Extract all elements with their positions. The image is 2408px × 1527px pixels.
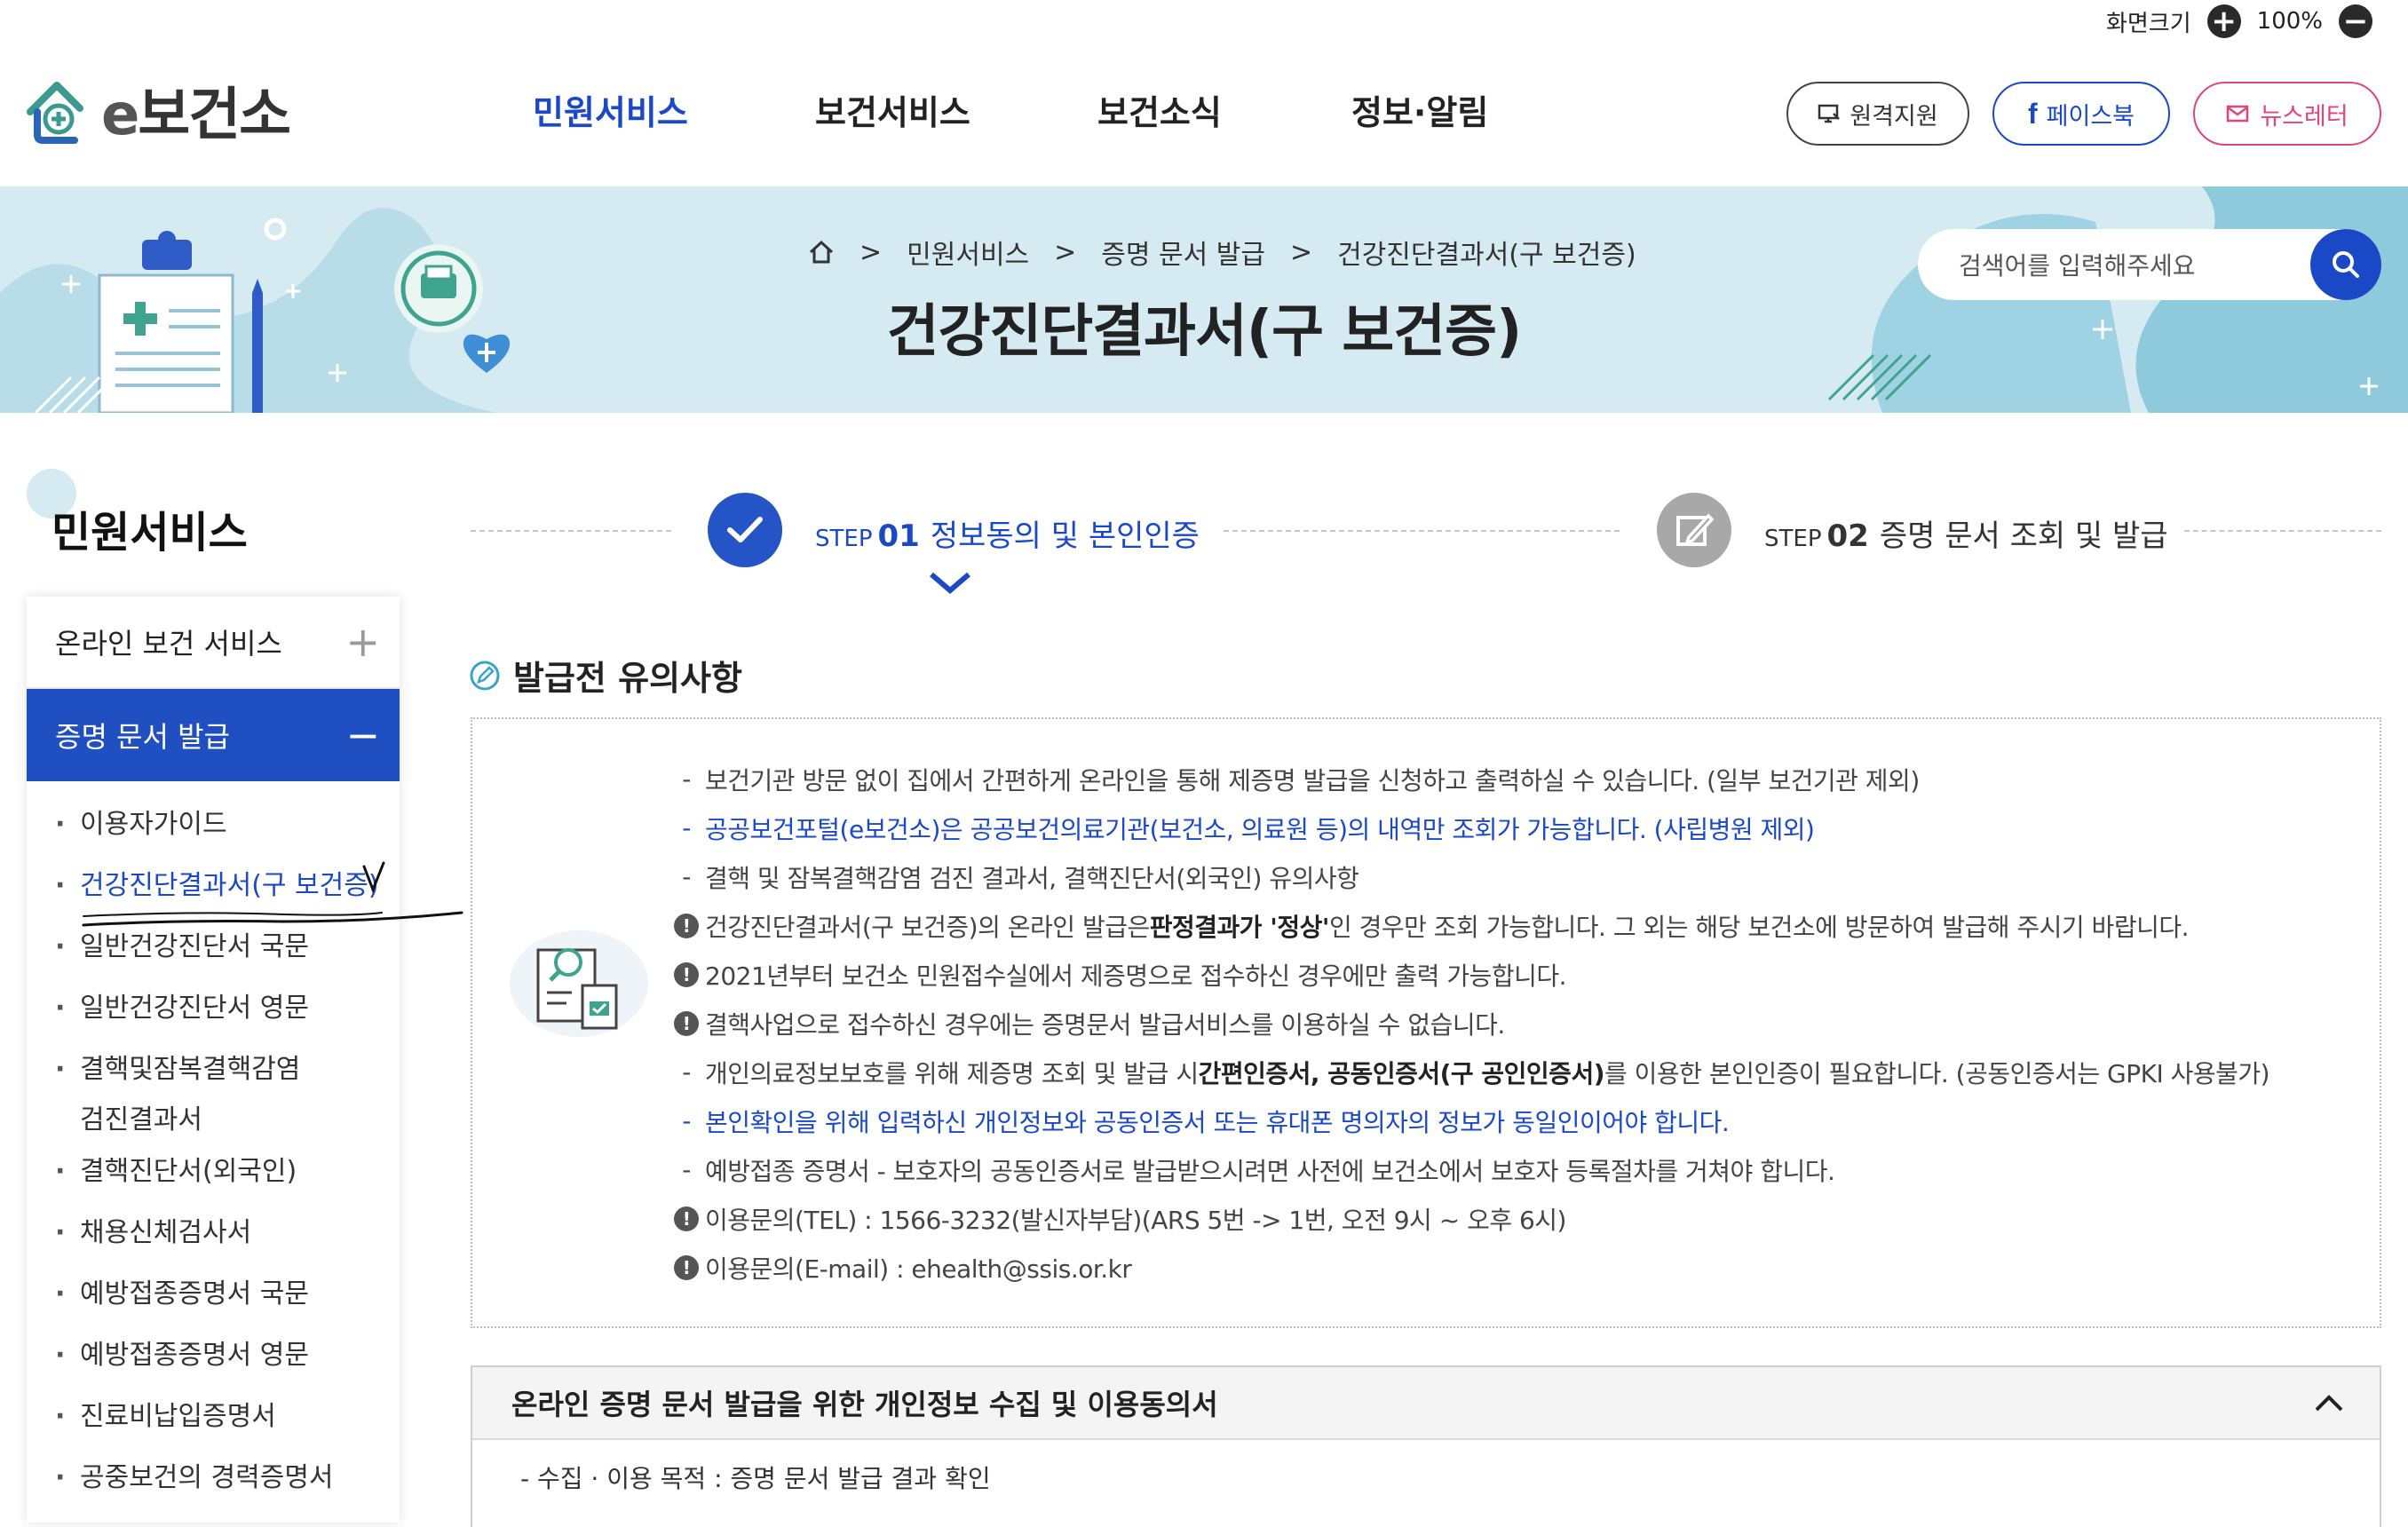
breadcrumb-item-certificate[interactable]: 증명 문서 발급	[1101, 233, 1265, 272]
step-2-label: STEP 02 증명 문서 조회 및 발급	[1764, 518, 2168, 554]
zoom-out-button[interactable]: −	[2339, 4, 2372, 38]
exclamation-icon: !	[674, 913, 699, 938]
logo-text: e보건소	[101, 83, 291, 148]
breadcrumb-item-civil[interactable]: 민원서비스	[907, 233, 1029, 272]
exclamation-icon: !	[674, 961, 699, 987]
pencil-circle-icon	[470, 661, 500, 690]
minus-icon: −	[345, 711, 380, 759]
gnb-item-health[interactable]: 보건서비스	[815, 85, 970, 134]
gnb-item-info[interactable]: 정보·알림	[1351, 85, 1488, 134]
document-search-icon	[510, 930, 648, 1037]
search-icon	[2333, 251, 2359, 278]
consent-title: 온라인 증명 문서 발급을 위한 개인정보 수집 및 이용동의서	[511, 1388, 1218, 1421]
chevron-right-icon: >	[1054, 236, 1077, 268]
consent-accordion: 온라인 증명 문서 발급을 위한 개인정보 수집 및 이용동의서 - 수집 · …	[471, 1365, 2381, 1527]
notice-item: - 보건기관 방문 없이 집에서 간편하게 온라인을 통해 제증명 발급을 신청하…	[682, 764, 1920, 795]
notice-item: ! 결핵사업으로 접수하신 경우에는 증명문서 발급서비스를 이용하실 수 없습니…	[671, 999, 2358, 1048]
facebook-button[interactable]: f 페이스북	[1992, 82, 2170, 146]
sidebar-item[interactable]: 결핵및잠복결핵감염검진결과서	[27, 1044, 400, 1146]
exclamation-icon: !	[674, 1010, 699, 1036]
sidebar-group-online[interactable]: 온라인 보건 서비스 +	[27, 597, 400, 689]
notice-list: - 보건기관 방문 없이 집에서 간편하게 온라인을 통해 제증명 발급을 신청하…	[671, 755, 2358, 1292]
step-divider	[1224, 530, 1620, 532]
exclamation-icon: !	[674, 1254, 699, 1280]
chevron-right-icon: >	[1289, 236, 1313, 268]
consent-purpose: - 수집 · 이용 목적 : 증명 문서 발급 결과 확인	[520, 1464, 991, 1493]
step-1-label: STEP 01 정보동의 및 본인인증	[815, 518, 1200, 554]
zoom-label: 화면크기	[2105, 10, 2191, 37]
step-divider	[2184, 530, 2381, 532]
search-bar: 검색어를 입력해주세요	[1918, 229, 2381, 300]
sidebar-item[interactable]: 결핵진단서(외국인)	[27, 1146, 400, 1207]
notice-item: ! 건강진단결과서(구 보건증)의 온라인 발급은 판정결과가 '정상' 인 경우만…	[671, 901, 2358, 950]
home-icon[interactable]	[808, 240, 835, 265]
mail-icon	[2227, 105, 2249, 123]
zoom-controls: 화면크기 + 100% −	[2106, 0, 2408, 43]
notice-item: - 개인의료정보보호를 위해 제증명 조회 및 발급 시 간편인증서, 공동인증서…	[682, 1057, 2270, 1088]
house-cross-icon	[27, 82, 83, 144]
search-input[interactable]: 검색어를 입력해주세요	[1959, 247, 2196, 282]
step-1-indicator	[708, 493, 782, 567]
breadcrumb: > 민원서비스 > 증명 문서 발급 > 건강진단결과서(구 보건증)	[808, 233, 1636, 272]
sidebar-item[interactable]: 공중보건의 경력증명서	[27, 1452, 400, 1514]
notice-item: ! 2021년부터 보건소 민원접수실에서 제증명으로 접수하신 경우에만 출력 …	[671, 950, 2358, 999]
notice-item: - 예방접종 증명서 - 보호자의 공동인증서로 발급받으시려면 사전에 보건소에…	[682, 1155, 1835, 1186]
sidebar-menu: 온라인 보건 서비스 + 증명 문서 발급 − 이용자가이드 건강진단결과서(구…	[27, 597, 400, 1523]
zoom-in-button[interactable]: +	[2206, 4, 2241, 38]
monitor-icon	[1818, 104, 1841, 123]
sidebar-item[interactable]: 채용신체검사서	[27, 1207, 400, 1269]
handwritten-underline-annotation	[82, 861, 463, 927]
notice-item: ! 이용문의(E-mail) : ehealth@ssis.or.kr	[671, 1243, 2358, 1292]
remote-support-label: 원격지원	[1850, 102, 1938, 131]
gnb-item-news[interactable]: 보건소식	[1097, 85, 1222, 134]
plus-icon: +	[345, 618, 380, 666]
site-logo[interactable]: e보건소	[25, 69, 291, 151]
remote-support-button[interactable]: 원격지원	[1786, 82, 1969, 146]
sidebar-item[interactable]: 일반건강진단서 영문	[27, 983, 400, 1044]
notice-item: ! 이용문의(TEL) : 1566-3232(발신자부담)(ARS 5번 -> …	[671, 1194, 2358, 1243]
exclamation-icon: !	[674, 1206, 699, 1231]
chevron-down-icon	[930, 572, 970, 594]
newsletter-button[interactable]: 뉴스레터	[2193, 82, 2381, 146]
zoom-value: 100%	[2256, 8, 2323, 35]
pencil-icon	[1676, 513, 1715, 546]
step-2-indicator	[1657, 493, 1731, 567]
sidebar-group-label: 증명 문서 발급	[55, 720, 230, 754]
notice-item: - 공공보건포털(e보건소)은 공공보건의료기관(보건소, 의료원 등)의 내역만…	[682, 813, 1815, 844]
sidebar-title: 민원서비스	[51, 508, 248, 558]
consent-accordion-header[interactable]: 온라인 증명 문서 발급을 위한 개인정보 수집 및 이용동의서	[472, 1367, 2380, 1440]
newsletter-label: 뉴스레터	[2260, 102, 2349, 131]
search-button[interactable]	[2310, 229, 2381, 300]
sidebar-item[interactable]: 예방접종증명서 국문	[27, 1269, 400, 1330]
facebook-icon: f	[2027, 97, 2038, 130]
check-icon	[727, 517, 763, 542]
notice-item: - 본인확인을 위해 입력하신 개인정보와 공동인증서 또는 휴대폰 명의자의 정…	[682, 1106, 1730, 1137]
sidebar-group-certificate[interactable]: 증명 문서 발급 −	[27, 689, 400, 781]
gnb-item-civil[interactable]: 민원서비스	[533, 85, 688, 134]
chevron-right-icon: >	[859, 236, 883, 268]
facebook-label: 페이스북	[2046, 102, 2135, 131]
notice-item: - 결핵 및 잠복결핵감염 검진 결과서, 결핵진단서(외국인) 유의사항	[682, 862, 1359, 893]
step-divider	[471, 530, 671, 532]
sidebar-item[interactable]: 진료비납입증명서	[27, 1391, 400, 1452]
breadcrumb-item-current[interactable]: 건강진단결과서(구 보건증)	[1337, 233, 1636, 272]
notice-section-title: 발급전 유의사항	[469, 651, 742, 700]
chevron-up-icon	[2315, 1395, 2343, 1412]
sidebar-item[interactable]: 이용자가이드	[27, 799, 400, 860]
sidebar-group-label: 온라인 보건 서비스	[55, 627, 282, 661]
sidebar-item[interactable]: 예방접종증명서 영문	[27, 1330, 400, 1391]
